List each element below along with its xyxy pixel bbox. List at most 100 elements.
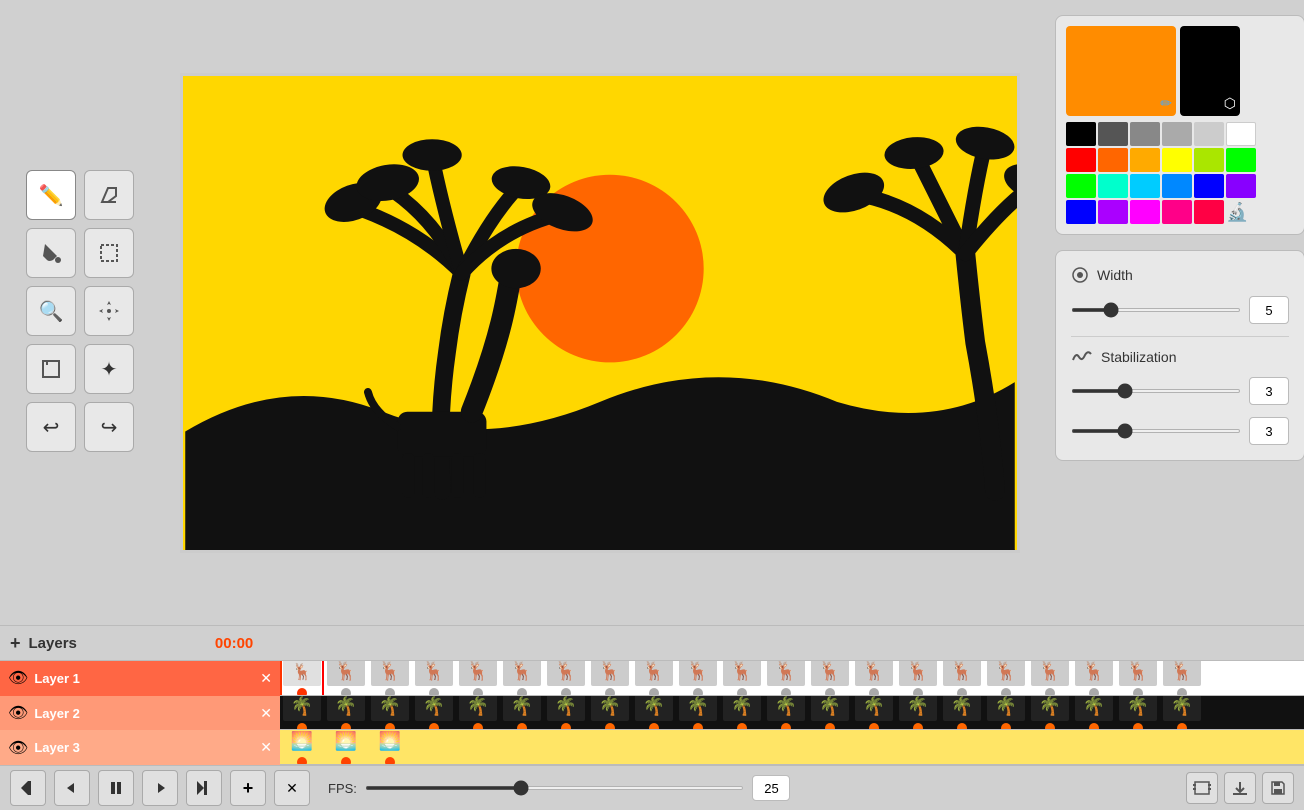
select-tool[interactable] [84,228,134,278]
primary-color-swatch[interactable]: ✏ [1066,26,1176,116]
zoom-tool[interactable]: 🔍 [26,286,76,336]
fill-tool[interactable] [26,228,76,278]
frame-2-17[interactable]: 🌴 [984,696,1028,730]
stabilization-slider-1[interactable] [1071,389,1241,393]
swatch-yellow[interactable] [1162,148,1192,172]
frame-3-1[interactable]: 🌅 [280,730,324,764]
track-row-3[interactable]: 🌅 🌅 🌅 [280,730,1304,765]
transform-tool[interactable]: ✦ [84,344,134,394]
frame-2-16[interactable]: 🌴 [940,696,984,730]
frame-1-10[interactable]: 🦌 [676,661,720,695]
swatch-cyan[interactable] [1130,174,1160,198]
swatch-pink[interactable] [1162,200,1192,224]
swatch-purple[interactable] [1098,200,1128,224]
swatch-green[interactable] [1066,174,1096,198]
layer-2-visibility[interactable]: 👁 [8,703,28,723]
layer-row-2[interactable]: 👁 Layer 2 ✕ [0,696,280,731]
frame-1-12[interactable]: 🦌 [764,661,808,695]
frame-3-2[interactable]: 🌅 [324,730,368,764]
pause-button[interactable] [98,770,134,806]
frame-2-11[interactable]: 🌴 [720,696,764,730]
width-slider[interactable] [1071,308,1241,312]
frame-1-13[interactable]: 🦌 [808,661,852,695]
frame-2-14[interactable]: 🌴 [852,696,896,730]
swatch-white[interactable] [1226,122,1256,146]
frame-1-17[interactable]: 🦌 [984,661,1028,695]
layer-3-close[interactable]: ✕ [260,739,272,756]
save-button[interactable] [1262,772,1294,804]
swatch-magenta[interactable] [1130,200,1160,224]
frame-2-6[interactable]: 🌴 [500,696,544,730]
frame-1-19[interactable]: 🦌 [1072,661,1116,695]
secondary-color-swatch[interactable]: ⬡ [1180,26,1240,116]
swatch-indigo[interactable] [1066,200,1096,224]
swatch-violet[interactable] [1226,174,1256,198]
move-tool[interactable] [84,286,134,336]
frame-2-2[interactable]: 🌴 [324,696,368,730]
frame-2-18[interactable]: 🌴 [1028,696,1072,730]
frame-2-4[interactable]: 🌴 [412,696,456,730]
layer-1-visibility[interactable]: 👁 [8,668,28,688]
frame-2-21[interactable]: 🌴 [1160,696,1204,730]
swatch-gray[interactable] [1130,122,1160,146]
eyedropper-button[interactable]: 🔬 [1226,202,1248,223]
eraser-tool[interactable] [84,170,134,220]
fps-slider[interactable] [365,786,745,790]
fullscreen-tool[interactable] [26,344,76,394]
fast-forward-button[interactable] [186,770,222,806]
next-frame-button[interactable] [142,770,178,806]
swatch-orange[interactable] [1098,148,1128,172]
frame-2-12[interactable]: 🌴 [764,696,808,730]
undo-button[interactable]: ↩ [26,402,76,452]
swatch-dark-gray[interactable] [1098,122,1128,146]
add-layer-button[interactable]: + [10,633,21,654]
layer-row-3[interactable]: 👁 Layer 3 ✕ [0,730,280,765]
prev-frame-button[interactable] [54,770,90,806]
layer-3-visibility[interactable]: 👁 [8,738,28,758]
rewind-button[interactable] [10,770,46,806]
frame-1-7[interactable]: 🦌 [544,661,588,695]
frame-1-18[interactable]: 🦌 [1028,661,1072,695]
export-button[interactable] [1224,772,1256,804]
stabilization-slider-2[interactable] [1071,429,1241,433]
swatch-red[interactable] [1066,148,1096,172]
delete-frame-button[interactable]: ✕ [274,770,310,806]
layer-row-1[interactable]: 👁 Layer 1 ✕ [0,661,280,696]
frame-1-9[interactable]: 🦌 [632,661,676,695]
frame-2-3[interactable]: 🌴 [368,696,412,730]
frame-2-9[interactable]: 🌴 [632,696,676,730]
frame-1-6[interactable]: 🦌 [500,661,544,695]
swatch-light-gray[interactable] [1162,122,1192,146]
track-row-2[interactable]: 🌴 🌴 🌴 🌴 🌴 🌴 🌴 🌴 🌴 🌴 🌴 🌴 🌴 🌴 🌴 🌴 [280,696,1304,731]
frame-2-1[interactable]: 🌴 [280,696,324,730]
frame-1-4[interactable]: 🦌 [412,661,456,695]
layer-1-close[interactable]: ✕ [260,670,272,687]
pencil-tool[interactable]: ✏️ [26,170,76,220]
frame-2-19[interactable]: 🌴 [1072,696,1116,730]
frame-2-5[interactable]: 🌴 [456,696,500,730]
swatch-rose[interactable] [1194,200,1224,224]
swatch-yellow-green[interactable] [1194,148,1224,172]
swatch-silver[interactable] [1194,122,1224,146]
add-frame-button[interactable]: + [230,770,266,806]
redo-button[interactable]: ↪ [84,402,134,452]
frame-2-7[interactable]: 🌴 [544,696,588,730]
swatch-amber[interactable] [1130,148,1160,172]
frame-2-20[interactable]: 🌴 [1116,696,1160,730]
swatch-blue[interactable] [1194,174,1224,198]
swatch-black[interactable] [1066,122,1096,146]
frame-1-3[interactable]: 🦌 [368,661,412,695]
frame-1-21[interactable]: 🦌 [1160,661,1204,695]
frame-1-11[interactable]: 🦌 [720,661,764,695]
swatch-lime[interactable] [1226,148,1256,172]
layer-2-close[interactable]: ✕ [260,705,272,722]
frame-1-1[interactable]: 🦌 [280,661,324,695]
frame-2-8[interactable]: 🌴 [588,696,632,730]
frame-1-8[interactable]: 🦌 [588,661,632,695]
frame-1-15[interactable]: 🦌 [896,661,940,695]
canvas[interactable] [180,73,1020,553]
swatch-sky[interactable] [1162,174,1192,198]
frame-1-5[interactable]: 🦌 [456,661,500,695]
film-strip-button[interactable] [1186,772,1218,804]
swatch-teal[interactable] [1098,174,1128,198]
